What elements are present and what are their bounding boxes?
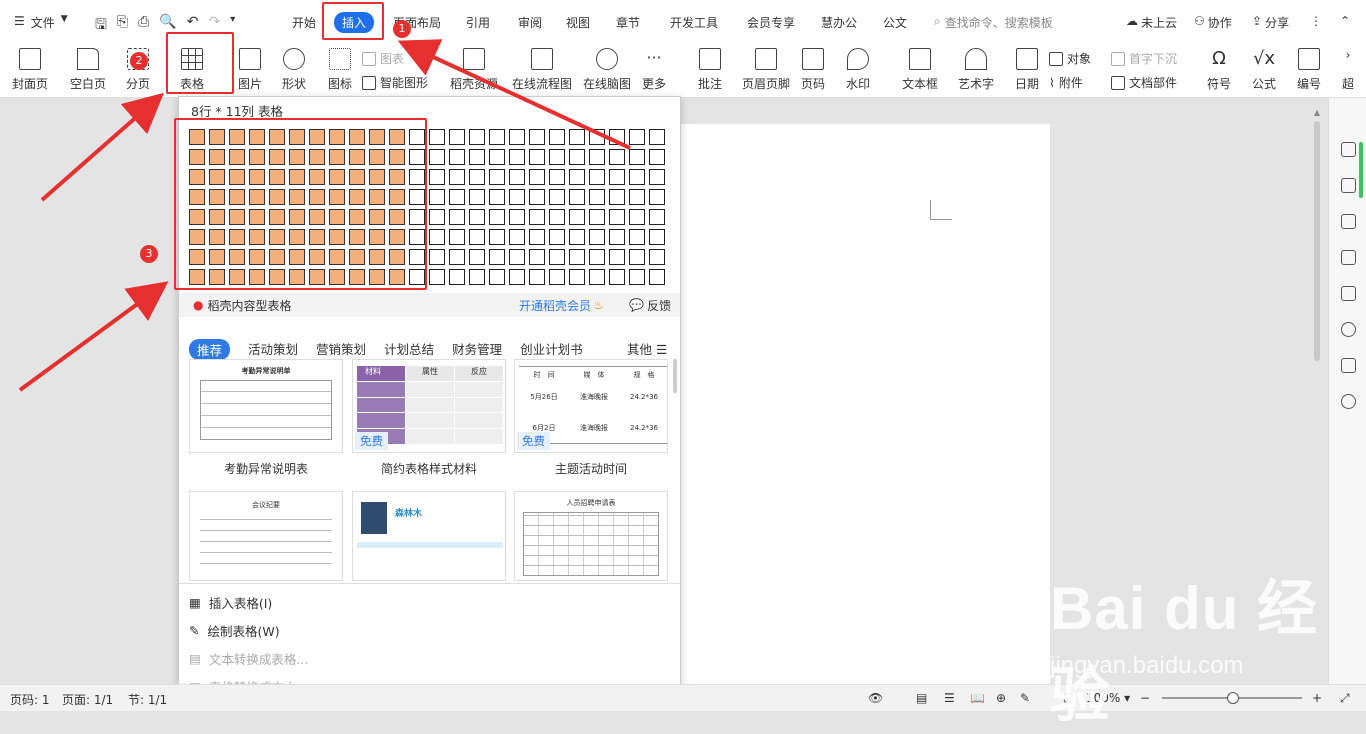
arrow-to-grid	[18, 281, 169, 392]
arrow-to-table-button	[40, 92, 165, 202]
baidu-watermark: Bai du 经验	[1050, 575, 1319, 729]
baidu-watermark-url: jingyan.baidu.com	[1050, 652, 1244, 679]
arrow-to-insert-tab	[397, 39, 631, 150]
